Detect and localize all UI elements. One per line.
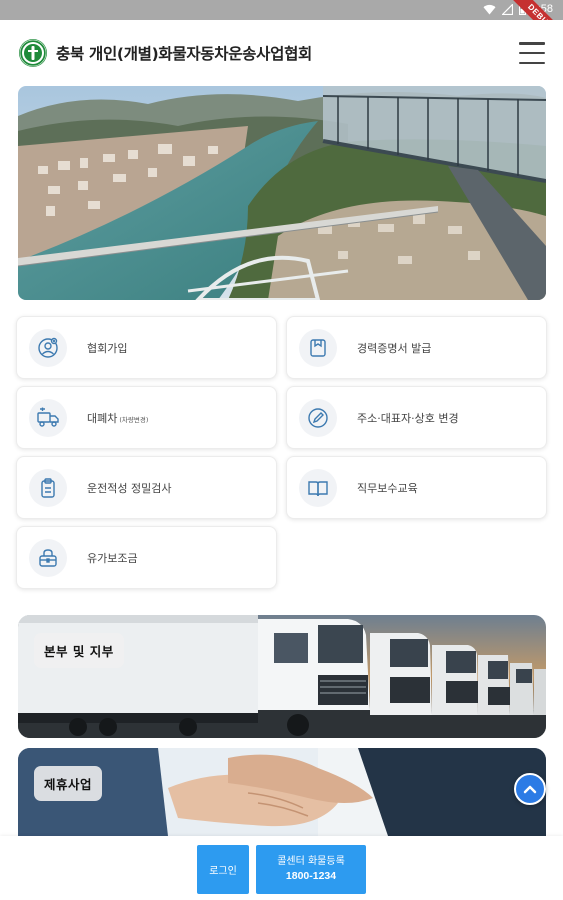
- menu-item-label: 유가보조금: [87, 551, 138, 565]
- clipboard-icon: [41, 477, 55, 498]
- menu-item-label: 대폐차 (차량변경): [87, 410, 148, 426]
- menu-item-join[interactable]: 협회가입: [16, 316, 277, 379]
- menu-item-text: 대폐차: [87, 411, 118, 425]
- truck-icon: [37, 407, 59, 427]
- icon-circle: [29, 398, 67, 437]
- icon-circle: [29, 538, 67, 577]
- wifi-icon: [483, 4, 496, 15]
- menu-item-label: 직무보수교육: [357, 481, 418, 495]
- banner-hq-branches[interactable]: 본부 및 지부: [18, 615, 546, 738]
- menu-item-vehicle-change[interactable]: 대폐차 (차량변경): [16, 386, 277, 449]
- banner-label: 본부 및 지부: [34, 633, 124, 668]
- user-plus-icon: [38, 337, 58, 358]
- hero-image: [18, 86, 546, 300]
- icon-circle: [299, 328, 337, 367]
- icon-circle: [29, 468, 67, 507]
- icon-circle: [299, 398, 337, 437]
- menu-item-label: 경력증명서 발급: [357, 341, 432, 355]
- menu-item-label: 운전적성 정밀검사: [87, 481, 172, 495]
- call-center-button[interactable]: 콜센터 화물등록 1800-1234: [256, 845, 366, 894]
- banner-partnership[interactable]: 제휴사업: [18, 748, 546, 836]
- menu-line: [519, 42, 545, 45]
- icon-circle: [29, 328, 67, 367]
- hamburger-menu-icon[interactable]: [519, 42, 545, 64]
- menu-item-note: (차량변경): [119, 415, 149, 424]
- bottom-action-bar: 로그인 콜센터 화물등록 1800-1234: [0, 836, 563, 900]
- menu-item-fuel-subsidy[interactable]: 유가보조금: [16, 526, 277, 589]
- menu-line: [519, 51, 545, 55]
- app-title: 충북 개인(개별)화물자동차운송사업협회: [56, 45, 312, 63]
- document-icon: [310, 338, 326, 357]
- call-center-label: 콜센터 화물등록: [277, 855, 345, 867]
- signal-icon: [501, 3, 513, 15]
- menu-item-education[interactable]: 직무보수교육: [286, 456, 547, 519]
- status-bar: 4:58 DEBUG: [0, 0, 563, 54]
- scroll-to-top-button[interactable]: [514, 773, 546, 805]
- menu-item-label: 주소·대표자·상호 변경: [357, 411, 459, 425]
- menu-item-aptitude-test[interactable]: 운전적성 정밀검사: [16, 456, 277, 519]
- pencil-icon: [308, 407, 328, 428]
- app-header: 충북 개인(개별)화물자동차운송사업협회: [0, 20, 563, 86]
- chevron-up-icon: [523, 785, 537, 794]
- call-center-number: 1800-1234: [285, 870, 337, 883]
- icon-circle: [299, 468, 337, 507]
- menu-line: [519, 61, 545, 64]
- login-button[interactable]: 로그인: [197, 845, 249, 894]
- menu-item-career-cert[interactable]: 경력증명서 발급: [286, 316, 547, 379]
- menu-item-info-change[interactable]: 주소·대표자·상호 변경: [286, 386, 547, 449]
- book-icon: [308, 480, 328, 496]
- lock-bag-icon: [39, 548, 57, 567]
- association-logo[interactable]: [18, 38, 48, 68]
- banner-label: 제휴사업: [34, 766, 103, 801]
- menu-item-label: 협회가입: [87, 341, 128, 355]
